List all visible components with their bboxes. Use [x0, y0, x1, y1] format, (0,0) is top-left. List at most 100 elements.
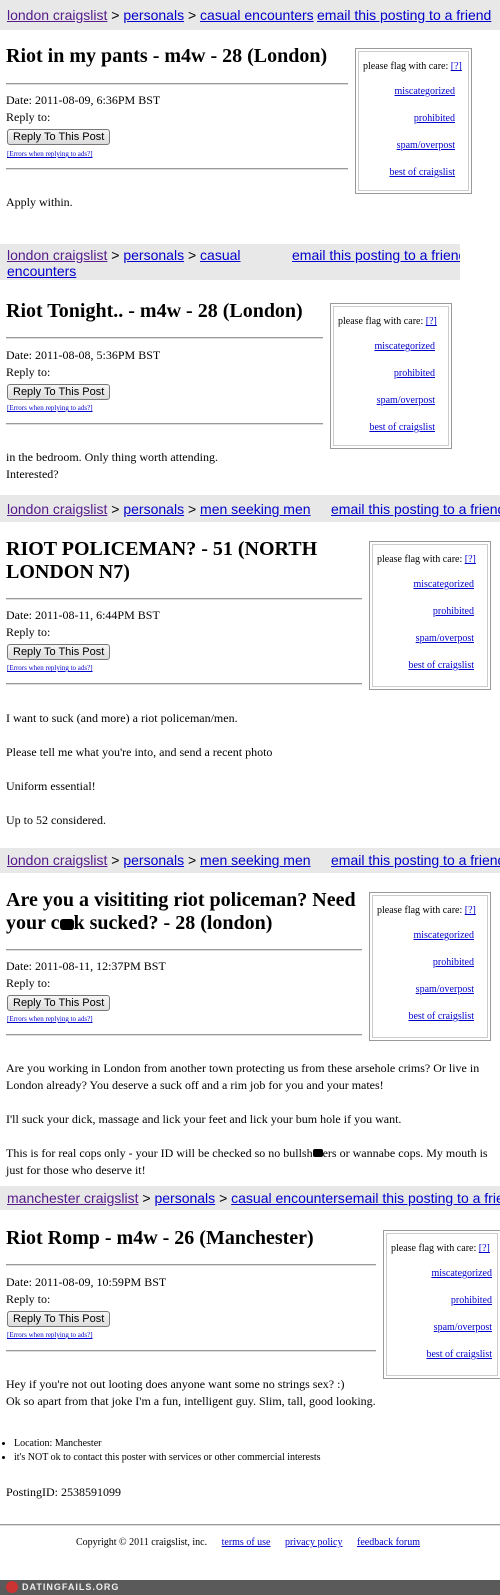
flag-help-link[interactable]: [?]	[465, 554, 476, 565]
city-link[interactable]: london craigslist	[7, 852, 107, 868]
posting-info-list: Location: Manchester it's NOT ok to cont…	[0, 1437, 321, 1465]
flag-best-of[interactable]: best of craigslist	[369, 422, 435, 433]
email-posting-link[interactable]: email this posting to a friend	[317, 7, 491, 23]
post-body: Apply within.	[6, 194, 73, 211]
category-link[interactable]: men seeking men	[200, 501, 311, 517]
email-posting-link[interactable]: email this posting to a friend	[331, 852, 500, 868]
divider	[6, 1034, 362, 1036]
errors-replying-link[interactable]: [Errors when replying to ads?]	[7, 404, 93, 412]
category-link[interactable]: casual encounters	[231, 1190, 345, 1206]
flag-prohibited[interactable]: prohibited	[451, 1295, 492, 1306]
post-date: Date: 2011-08-08, 5:36PM BST	[6, 348, 161, 362]
errors-replying-link[interactable]: [Errors when replying to ads?]	[7, 664, 93, 672]
reply-button[interactable]: Reply To This Post	[7, 384, 111, 400]
flag-prohibited[interactable]: prohibited	[433, 957, 474, 968]
flag-help-link[interactable]: [?]	[465, 905, 476, 916]
reply-button[interactable]: Reply To This Post	[7, 1311, 111, 1327]
flag-spam[interactable]: spam/overpost	[377, 395, 435, 406]
category-link[interactable]: casual encounters	[200, 7, 314, 23]
city-link[interactable]: london craigslist	[7, 247, 107, 263]
reply-to-label: Reply to:	[6, 365, 51, 379]
flag-help-link[interactable]: [?]	[479, 1243, 490, 1254]
flag-heading-text: please flag with care:	[391, 1243, 477, 1254]
flag-box: please flag with care: [?] miscategorize…	[330, 303, 452, 449]
category-link[interactable]: men seeking men	[200, 852, 311, 868]
flag-heading: please flag with care: [?]	[391, 1243, 490, 1254]
body-line: Please tell me what you're into, and sen…	[6, 745, 273, 759]
flag-heading: please flag with care: [?]	[377, 554, 476, 565]
flag-spam[interactable]: spam/overpost	[416, 984, 474, 995]
post-title-line: LONDON N7)	[6, 561, 130, 583]
section-link[interactable]: personals	[123, 852, 184, 868]
flag-prohibited[interactable]: prohibited	[394, 368, 435, 379]
flag-miscategorized[interactable]: miscategorized	[431, 1268, 492, 1279]
body-paragraph: I'll suck your dick, massage and lick yo…	[6, 1112, 402, 1126]
watermark-text: DATINGFAILS.ORG	[22, 1582, 120, 1592]
divider	[6, 168, 348, 170]
flag-spam[interactable]: spam/overpost	[397, 140, 455, 151]
breadcrumb-separator: >	[142, 1190, 155, 1206]
post-title-line: RIOT POLICEMAN? - 51 (NORTH	[6, 538, 318, 560]
flag-spam[interactable]: spam/overpost	[416, 633, 474, 644]
flag-box: please flag with care: [?] miscategorize…	[355, 48, 472, 194]
flag-best-of[interactable]: best of craigslist	[426, 1349, 492, 1360]
flag-prohibited[interactable]: prohibited	[414, 113, 455, 124]
section-link[interactable]: personals	[154, 1190, 215, 1206]
flag-prohibited[interactable]: prohibited	[433, 606, 474, 617]
breadcrumb: london craigslist > personals > men seek…	[7, 501, 311, 517]
reply-button[interactable]: Reply To This Post	[7, 644, 111, 660]
city-link[interactable]: london craigslist	[7, 501, 107, 517]
category-link[interactable]: casual	[200, 247, 240, 263]
flag-spam[interactable]: spam/overpost	[434, 1322, 492, 1333]
body-line: Up to 52 considered.	[6, 813, 106, 827]
flag-heading: please flag with care: [?]	[363, 61, 462, 72]
errors-replying-link[interactable]: [Errors when replying to ads?]	[7, 150, 93, 158]
section-link[interactable]: personals	[123, 501, 184, 517]
email-posting-link[interactable]: email this posting to a friend	[345, 1190, 500, 1206]
flag-heading-text: please flag with care:	[377, 905, 463, 916]
flag-box: please flag with care: [?] miscategorize…	[369, 892, 491, 1041]
breadcrumb-separator: >	[111, 7, 124, 23]
flag-best-of[interactable]: best of craigslist	[408, 1011, 474, 1022]
flag-help-link[interactable]: [?]	[426, 316, 437, 327]
errors-replying-link[interactable]: [Errors when replying to ads?]	[7, 1015, 93, 1023]
privacy-link[interactable]: privacy policy	[285, 1537, 342, 1548]
post-date: Date: 2011-08-09, 10:59PM BST	[6, 1275, 167, 1289]
section-link[interactable]: personals	[123, 247, 184, 263]
city-link[interactable]: manchester craigslist	[7, 1190, 139, 1206]
email-posting-link[interactable]: email this posting to a friend	[331, 501, 500, 517]
footer: Copyright © 2011 craigslist, inc. terms …	[76, 1537, 420, 1548]
email-posting-link[interactable]: email this posting to a friend	[292, 247, 460, 263]
flag-best-of[interactable]: best of craigslist	[408, 660, 474, 671]
flag-box: please flag with care: [?] miscategorize…	[383, 1230, 500, 1379]
feedback-link[interactable]: feedback forum	[357, 1537, 420, 1548]
city-link[interactable]: london craigslist	[7, 7, 107, 23]
breadcrumb: london craigslist > personals > casual e…	[7, 247, 247, 279]
category-link-cont[interactable]: encounters	[7, 263, 76, 279]
terms-link[interactable]: terms of use	[222, 1537, 271, 1548]
post-title: Riot in my pants - m4w - 28 (London)	[6, 45, 328, 67]
breadcrumb-separator: >	[111, 501, 124, 517]
flag-miscategorized[interactable]: miscategorized	[413, 930, 474, 941]
post-title-line: your c k sucked? - 28 (london)	[6, 912, 356, 935]
body-line: Hey if you're not out looting does anyon…	[6, 1377, 345, 1391]
flag-miscategorized[interactable]: miscategorized	[413, 579, 474, 590]
section-link[interactable]: personals	[123, 7, 184, 23]
divider	[6, 83, 348, 85]
flag-miscategorized[interactable]: miscategorized	[374, 341, 435, 352]
divider	[0, 1524, 500, 1526]
breadcrumb-separator: >	[187, 852, 201, 868]
heart-icon	[6, 1581, 18, 1593]
reply-button[interactable]: Reply To This Post	[7, 995, 111, 1011]
breadcrumb-bar: london craigslist > personals > men seek…	[0, 848, 500, 873]
flag-help-link[interactable]: [?]	[451, 61, 462, 72]
post-title: Riot Romp - m4w - 26 (Manchester)	[6, 1227, 314, 1249]
divider	[6, 1350, 376, 1352]
flag-best-of[interactable]: best of craigslist	[389, 167, 455, 178]
reply-button[interactable]: Reply To This Post	[7, 129, 111, 145]
reply-to-label: Reply to:	[6, 625, 51, 639]
flag-miscategorized[interactable]: miscategorized	[394, 86, 455, 97]
errors-replying-link[interactable]: [Errors when replying to ads?]	[7, 1331, 93, 1339]
reply-to-label: Reply to:	[6, 110, 51, 124]
list-item: Location: Manchester	[14, 1437, 321, 1451]
